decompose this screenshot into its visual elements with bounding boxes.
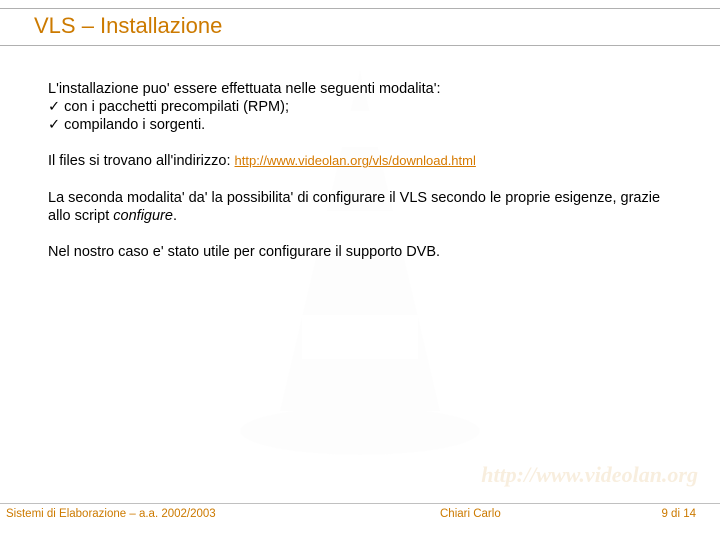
bullet-2-text: compilando i sorgenti. [64, 117, 205, 133]
check-icon: ✓ [48, 99, 60, 115]
footer-left: Sistemi di Elaborazione – a.a. 2002/2003 [6, 508, 216, 520]
configure-script-name: configure [113, 208, 173, 224]
para2c: . [173, 208, 177, 224]
download-link[interactable]: http://www.videolan.org/vls/download.htm… [235, 153, 476, 168]
watermark-url: http://www.videolan.org [481, 462, 698, 488]
intro-text: L'installazione puo' essere effettuata n… [48, 80, 680, 98]
check-icon: ✓ [48, 117, 60, 133]
footer-divider [0, 503, 720, 504]
slide: VLS – Installazione L'installazione puo'… [0, 0, 720, 540]
slide-title: VLS – Installazione [34, 13, 720, 39]
dvb-paragraph: Nel nostro caso e' stato utile per confi… [48, 243, 680, 261]
title-block: VLS – Installazione [0, 8, 720, 46]
bullet-item-2: ✓compilando i sorgenti. [48, 116, 680, 134]
bullet-1-text: con i pacchetti precompilati (RPM); [64, 99, 289, 115]
bullet-item-1: ✓con i pacchetti precompilati (RPM); [48, 98, 680, 116]
content-area: L'installazione puo' essere effettuata n… [48, 80, 680, 279]
footer: Sistemi di Elaborazione – a.a. 2002/2003… [0, 508, 720, 528]
files-paragraph: Il files si trovano all'indirizzo: http:… [48, 152, 680, 170]
intro-paragraph: L'installazione puo' essere effettuata n… [48, 80, 680, 134]
modalita-paragraph: La seconda modalita' da' la possibilita'… [48, 189, 680, 225]
footer-page-number: 9 di 14 [661, 508, 696, 520]
files-prefix: Il files si trovano all'indirizzo: [48, 153, 235, 169]
footer-author: Chiari Carlo [440, 508, 501, 520]
